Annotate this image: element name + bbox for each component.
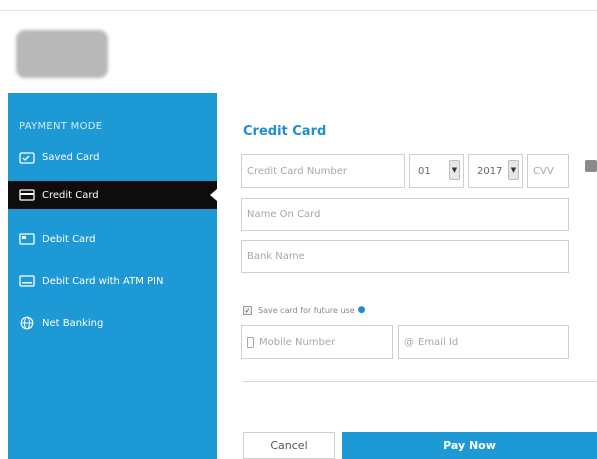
info-icon[interactable]: ● [358, 305, 366, 315]
mobile-number-placeholder: Mobile Number [259, 336, 336, 348]
sidebar-item-label: Debit Card [42, 233, 96, 245]
form-divider [243, 381, 597, 382]
debit-card-icon [18, 232, 36, 246]
sidebar-item-credit-card[interactable]: Credit Card [8, 181, 217, 209]
name-on-card-input[interactable]: Name On Card [241, 198, 569, 231]
chevron-down-icon: ▼ [449, 160, 460, 180]
sidebar-item-debit-card[interactable]: Debit Card [8, 225, 217, 253]
expiry-month-value: 01 [418, 165, 431, 177]
phone-icon [247, 336, 254, 348]
card-number-input[interactable]: Credit Card Number [241, 154, 405, 188]
atm-card-icon [18, 274, 36, 288]
sidebar-item-debit-card-atm-pin[interactable]: Debit Card with ATM PIN [8, 267, 217, 295]
cvv-card-icon [585, 160, 597, 172]
expiry-month-select[interactable]: 01 ▼ [409, 154, 464, 188]
sidebar-item-label: Saved Card [42, 151, 100, 163]
at-icon: @ [404, 336, 414, 348]
section-title: Credit Card [243, 124, 327, 139]
payment-mode-sidebar: PAYMENT MODE Saved Card Credit Card Debi… [8, 93, 217, 459]
merchant-logo [16, 30, 108, 78]
email-placeholder: Email Id [418, 336, 459, 348]
save-card-label: Save card for future use [258, 305, 355, 315]
sidebar-item-label: Debit Card with ATM PIN [42, 275, 164, 287]
credit-card-icon [18, 188, 36, 202]
saved-card-icon [18, 150, 36, 164]
email-input[interactable]: @ Email Id [398, 325, 569, 359]
expiry-year-select[interactable]: 2017 ▼ [468, 154, 523, 188]
top-divider [0, 10, 597, 11]
sidebar-item-saved-card[interactable]: Saved Card [8, 143, 217, 171]
bank-name-input[interactable]: Bank Name [241, 240, 569, 273]
cvv-input[interactable]: CVV [527, 154, 569, 188]
save-card-checkbox[interactable]: ✓ [243, 305, 252, 315]
pay-now-button[interactable]: Pay Now [342, 432, 597, 459]
mobile-number-input[interactable]: Mobile Number [241, 325, 393, 359]
sidebar-item-label: Net Banking [42, 317, 104, 329]
cancel-button[interactable]: Cancel [243, 432, 335, 459]
sidebar-item-net-banking[interactable]: Net Banking [8, 309, 217, 337]
chevron-down-icon: ▼ [508, 160, 519, 180]
globe-icon [18, 316, 36, 330]
payment-mode-title: PAYMENT MODE [19, 121, 103, 132]
save-card-row: ✓ Save card for future use ● [243, 305, 366, 315]
sidebar-item-label: Credit Card [42, 189, 99, 201]
expiry-year-value: 2017 [477, 165, 503, 177]
